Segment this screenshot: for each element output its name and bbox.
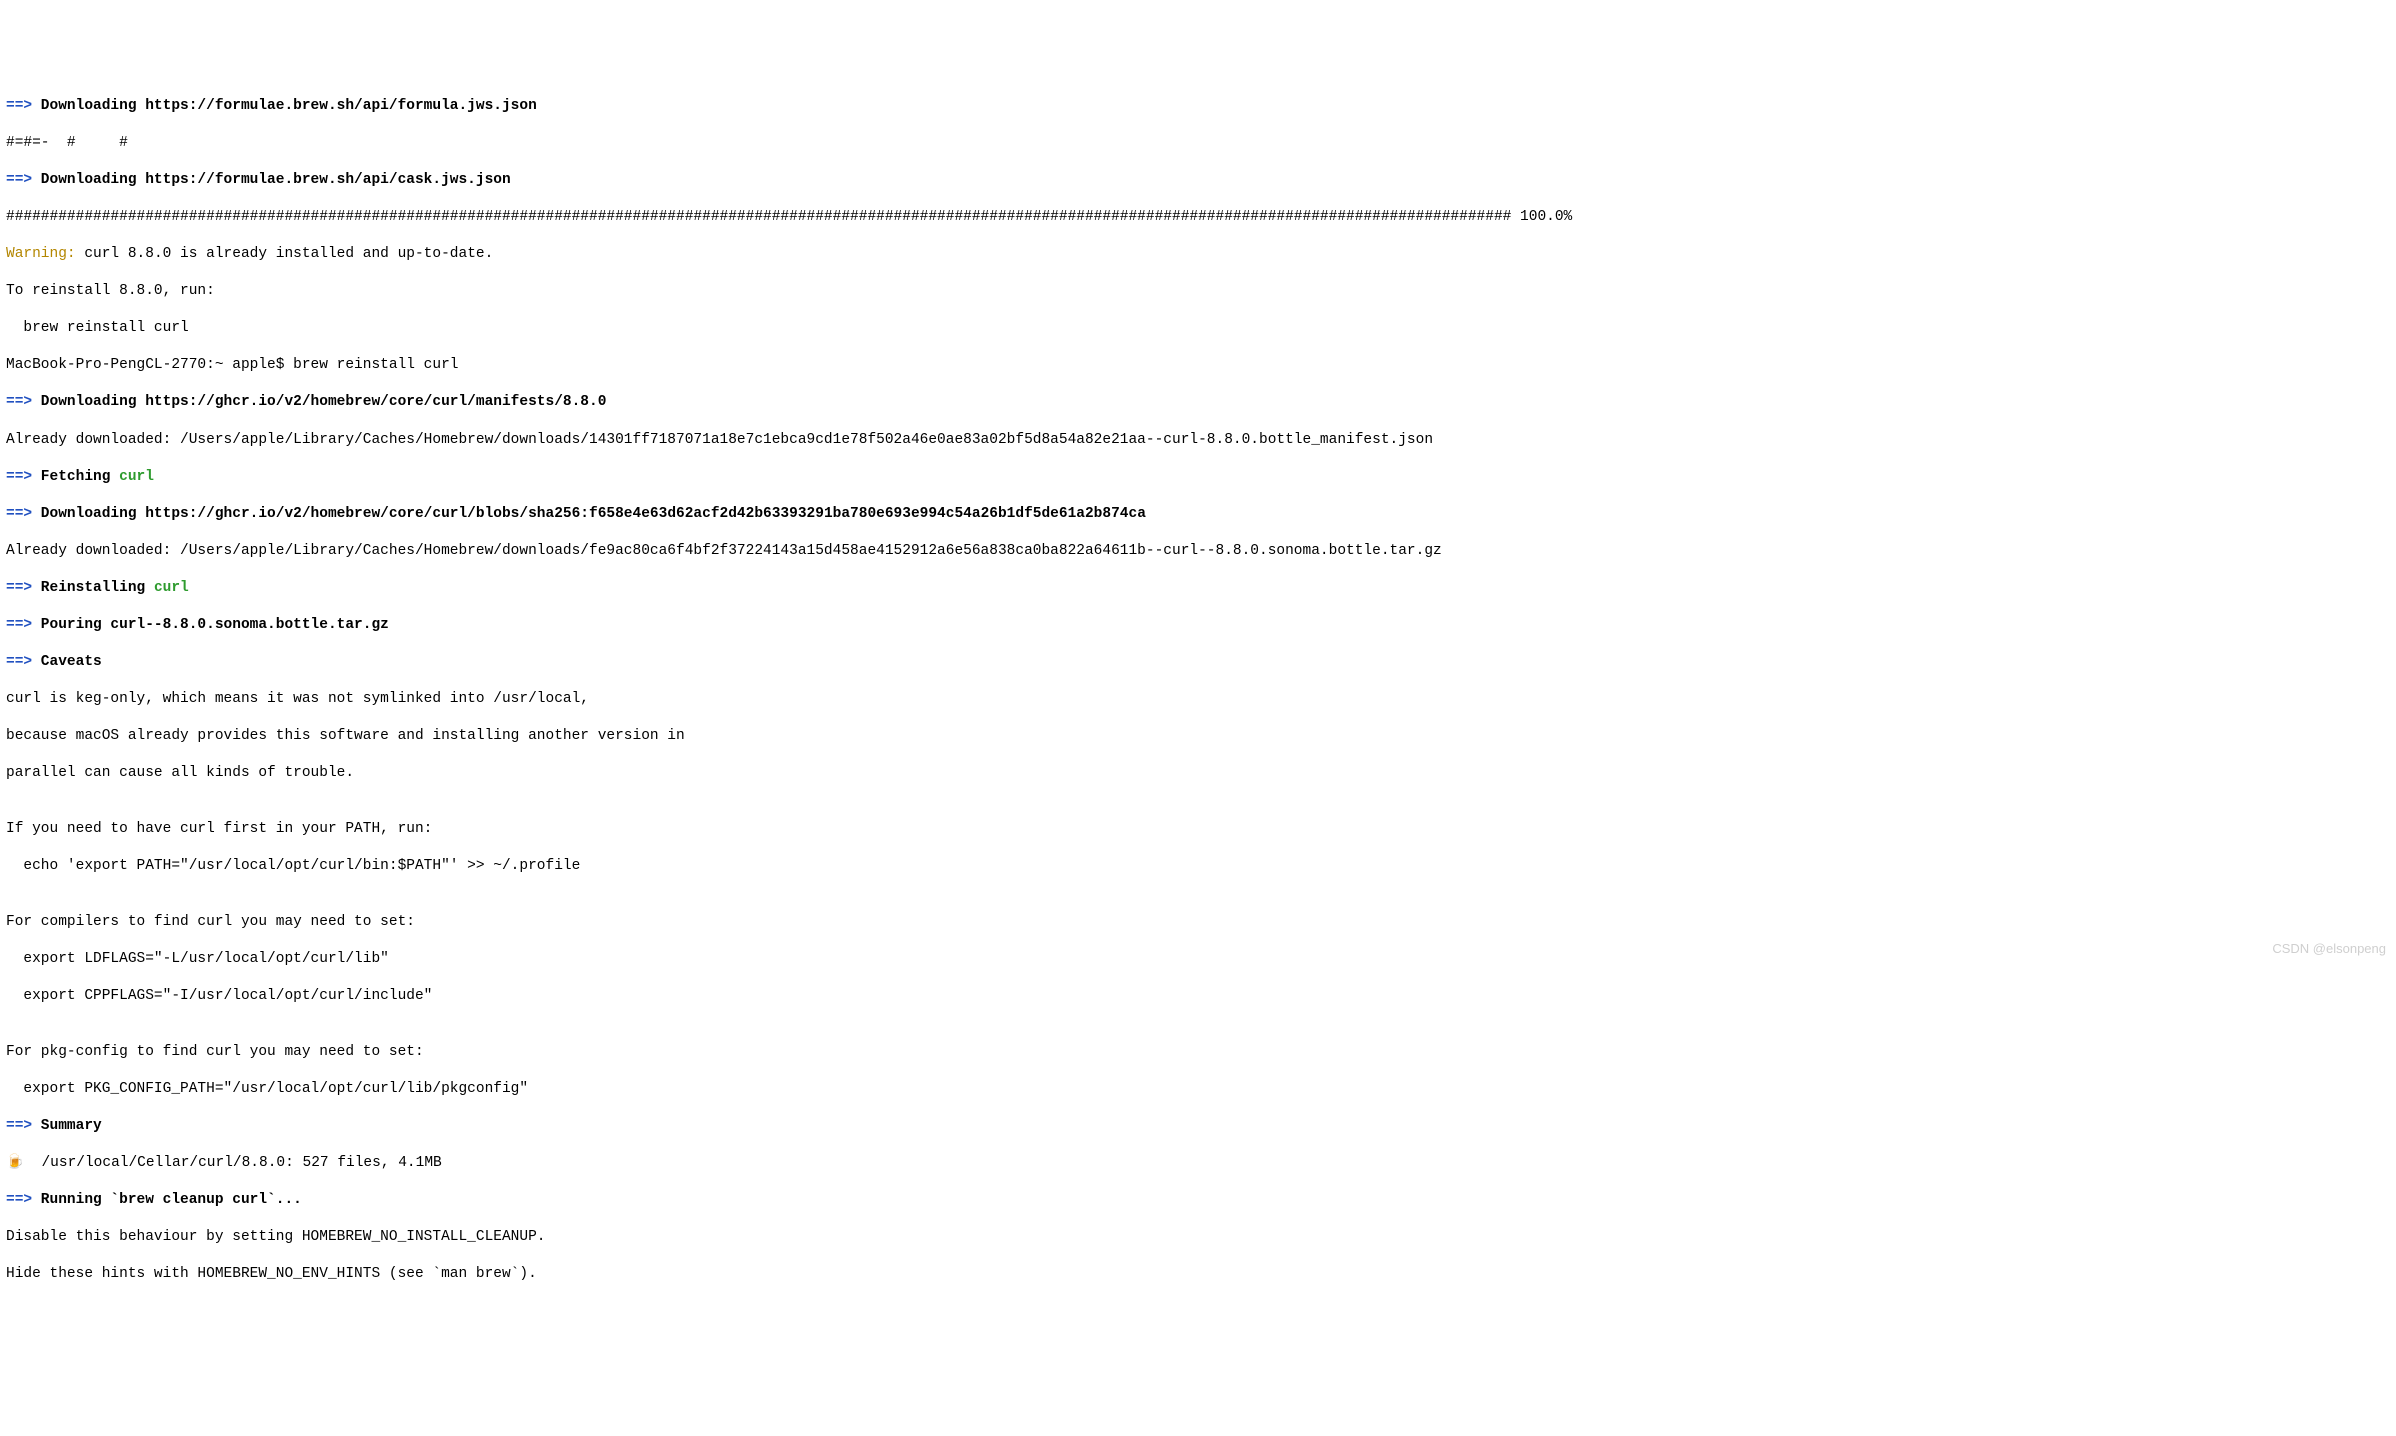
step-arrow: ==> — [6, 394, 32, 410]
terminal-output: ==> Downloading https://formulae.brew.sh… — [6, 78, 2390, 1302]
output-line: brew reinstall curl — [6, 319, 2390, 338]
output-line: ==> Downloading https://ghcr.io/v2/homeb… — [6, 505, 2390, 524]
step-arrow: ==> — [6, 617, 32, 633]
output-line: ==> Downloading https://ghcr.io/v2/homeb… — [6, 393, 2390, 412]
step-text: Downloading https://formulae.brew.sh/api… — [32, 98, 537, 114]
step-arrow: ==> — [6, 654, 32, 670]
output-line: If you need to have curl first in your P… — [6, 820, 2390, 839]
output-line: For compilers to find curl you may need … — [6, 913, 2390, 932]
progress-bar: ########################################… — [6, 208, 2390, 227]
output-line: because macOS already provides this soft… — [6, 727, 2390, 746]
step-text: Fetching — [32, 469, 119, 485]
output-line: Hide these hints with HOMEBREW_NO_ENV_HI… — [6, 1265, 2390, 1284]
step-arrow: ==> — [6, 1192, 32, 1208]
output-line: ==> Fetching curl — [6, 468, 2390, 487]
step-text: Downloading https://formulae.brew.sh/api… — [32, 172, 511, 188]
watermark: CSDN @elsonpeng — [2272, 941, 2386, 958]
shell-prompt[interactable]: MacBook-Pro-PengCL-2770:~ apple$ brew re… — [6, 356, 2390, 375]
step-text: Running `brew cleanup curl`... — [32, 1192, 302, 1208]
output-line: ==> Pouring curl--8.8.0.sonoma.bottle.ta… — [6, 616, 2390, 635]
output-line: ==> Summary — [6, 1117, 2390, 1136]
output-line: echo 'export PATH="/usr/local/opt/curl/b… — [6, 857, 2390, 876]
output-line: For pkg-config to find curl you may need… — [6, 1043, 2390, 1062]
step-arrow: ==> — [6, 1118, 32, 1134]
step-text: Downloading https://ghcr.io/v2/homebrew/… — [32, 394, 606, 410]
output-line: #=#=- # # — [6, 134, 2390, 153]
output-line: ==> Downloading https://formulae.brew.sh… — [6, 171, 2390, 190]
output-line: export LDFLAGS="-L/usr/local/opt/curl/li… — [6, 950, 2390, 969]
output-line: Already downloaded: /Users/apple/Library… — [6, 431, 2390, 450]
step-text: Downloading https://ghcr.io/v2/homebrew/… — [32, 506, 1146, 522]
step-text: Summary — [32, 1118, 102, 1134]
step-arrow: ==> — [6, 469, 32, 485]
output-line: Already downloaded: /Users/apple/Library… — [6, 542, 2390, 561]
output-line: ==> Reinstalling curl — [6, 579, 2390, 598]
step-arrow: ==> — [6, 98, 32, 114]
output-line: parallel can cause all kinds of trouble. — [6, 764, 2390, 783]
step-arrow: ==> — [6, 172, 32, 188]
warning-text: curl 8.8.0 is already installed and up-t… — [76, 246, 494, 262]
output-line: To reinstall 8.8.0, run: — [6, 282, 2390, 301]
warning-label: Warning: — [6, 246, 76, 262]
output-line: export CPPFLAGS="-I/usr/local/opt/curl/i… — [6, 987, 2390, 1006]
output-line: ==> Downloading https://formulae.brew.sh… — [6, 97, 2390, 116]
output-line: Disable this behaviour by setting HOMEBR… — [6, 1228, 2390, 1247]
step-arrow: ==> — [6, 506, 32, 522]
step-text: Reinstalling — [32, 580, 154, 596]
step-text: Caveats — [32, 654, 102, 670]
output-line: curl is keg-only, which means it was not… — [6, 690, 2390, 709]
output-line: Warning: curl 8.8.0 is already installed… — [6, 245, 2390, 264]
step-text: Pouring curl--8.8.0.sonoma.bottle.tar.gz — [32, 617, 389, 633]
package-name: curl — [154, 580, 189, 596]
output-line: export PKG_CONFIG_PATH="/usr/local/opt/c… — [6, 1080, 2390, 1099]
step-arrow: ==> — [6, 580, 32, 596]
output-line: ==> Caveats — [6, 653, 2390, 672]
summary-text: /usr/local/Cellar/curl/8.8.0: 527 files,… — [24, 1155, 442, 1171]
package-name: curl — [119, 469, 154, 485]
output-line: 🍺 /usr/local/Cellar/curl/8.8.0: 527 file… — [6, 1154, 2390, 1173]
beer-icon: 🍺 — [6, 1155, 24, 1171]
output-line: ==> Running `brew cleanup curl`... — [6, 1191, 2390, 1210]
